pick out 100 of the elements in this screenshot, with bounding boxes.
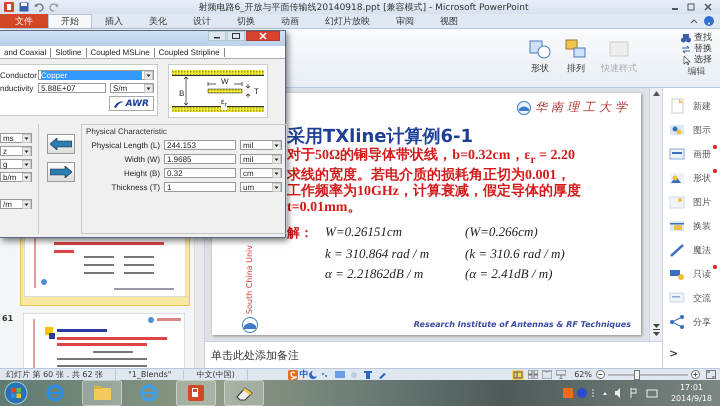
caret-icon	[22, 172, 31, 182]
maximize-icon[interactable]	[227, 31, 245, 41]
synthesize-button[interactable]	[47, 134, 75, 154]
sidebar-item[interactable]: 图片	[669, 194, 720, 210]
field-label: Thickness (T)	[110, 182, 160, 192]
formula: (W=0.266cm)	[465, 224, 539, 241]
sidebar-item[interactable]: 魔法	[669, 242, 720, 258]
analyze-button[interactable]	[47, 162, 75, 182]
dimension-label: ε$_{r}$	[221, 97, 227, 110]
dialog-tab[interactable]: Slotline	[51, 48, 86, 56]
slider-thumb[interactable]	[634, 370, 640, 380]
ime-mode[interactable]: 中	[300, 368, 309, 381]
ribbon-command[interactable]: 查找	[681, 33, 712, 44]
zoom-in-icon[interactable]	[691, 370, 700, 379]
ime-logo-icon[interactable]	[288, 370, 298, 380]
unit-dropdown[interactable]: S/m	[110, 83, 154, 93]
new-page-icon	[669, 98, 685, 114]
side-text: South China Univ	[245, 245, 254, 314]
ribbon-tab[interactable]: 设计	[180, 14, 224, 28]
ribbon-command[interactable]: 选择	[681, 55, 712, 66]
university-logo-icon	[517, 100, 531, 114]
styles-icon	[608, 39, 630, 59]
sidebar-item[interactable]: 画册	[669, 146, 720, 162]
formula: (α = 2.41dB / m)	[465, 266, 554, 282]
field-label: Physical Length (L)	[90, 140, 160, 150]
sidebar-item[interactable]: 形状	[669, 170, 720, 186]
ime-toolbar-icon[interactable]	[308, 370, 389, 379]
caret-icon	[22, 134, 31, 142]
slideshow-icon[interactable]	[556, 370, 566, 379]
theme-icon	[669, 218, 685, 234]
binoculars-icon	[681, 34, 691, 43]
ribbon-tab[interactable]: 美化	[136, 14, 180, 28]
swoosh-icon	[114, 100, 124, 108]
sidebar-item[interactable]: 只读	[669, 266, 720, 282]
value-field[interactable]: 244.153	[164, 140, 236, 150]
value-field[interactable]: 1.9685	[164, 154, 236, 164]
value-field[interactable]: 0.32	[164, 168, 236, 178]
collapse-ribbon-icon[interactable]	[690, 18, 698, 24]
unit-dropdown[interactable]: mil	[240, 154, 282, 164]
dialog-tab[interactable]: Coupled Stripline	[154, 48, 225, 56]
formula: W=0.26151cm	[325, 224, 404, 241]
ribbon-tab[interactable]: 切换	[224, 14, 268, 28]
zoom-out-icon[interactable]	[596, 370, 605, 379]
problem-text: 工作频率为10GHz，计算衰减，假定导体的厚度	[287, 184, 582, 200]
minimize-icon[interactable]	[208, 31, 226, 41]
unit-dropdown[interactable]: mil	[240, 140, 282, 150]
picture-icon	[669, 194, 685, 210]
start-button-icon[interactable]	[4, 381, 28, 405]
ribbon-tab[interactable]: 视图	[427, 14, 471, 28]
notes-field[interactable]: 单击此处添加备注	[205, 341, 662, 368]
scroll-up-icon[interactable]	[652, 91, 660, 96]
right-arrow-icon	[50, 166, 72, 178]
ribbon-command[interactable]: 替换	[681, 44, 712, 55]
unit-dropdown[interactable]: z	[0, 146, 32, 156]
unit-dropdown[interactable]: /m	[0, 199, 32, 209]
sidebar-item[interactable]: 分享	[669, 314, 720, 330]
presentation-app-icon[interactable]	[186, 383, 206, 403]
ribbon-tab[interactable]: 幻灯片放映	[312, 14, 383, 28]
ribbon-tab[interactable]: 插入	[92, 14, 136, 28]
arrange-icon	[565, 39, 587, 59]
unit-dropdown[interactable]: b/m	[0, 172, 32, 182]
help-icon[interactable]	[704, 16, 714, 26]
field-label: Height (B)	[122, 168, 160, 178]
powerpoint-icon[interactable]	[4, 2, 14, 12]
close-icon[interactable]	[246, 31, 280, 41]
sidebar-item[interactable]: 图示	[669, 122, 720, 138]
expand-button[interactable]: >	[669, 347, 720, 360]
unit-dropdown[interactable]: g	[0, 159, 32, 169]
dimension-label: T	[254, 87, 259, 96]
ribbon-button[interactable]: 形状	[529, 33, 551, 85]
undo-icon[interactable]	[34, 2, 44, 12]
slide-number: 61	[2, 313, 14, 323]
ribbon-tab[interactable]: 动画	[268, 14, 312, 28]
save-icon[interactable]	[19, 2, 29, 12]
slide-sorter-icon[interactable]	[528, 370, 538, 379]
reading-view-icon[interactable]	[542, 370, 552, 379]
caret-icon	[272, 182, 281, 192]
normal-view-icon[interactable]	[512, 370, 524, 380]
awr-logo[interactable]: AWR	[108, 96, 154, 111]
dialog-tab[interactable]: and Coaxial	[0, 48, 52, 56]
group-label: 编辑	[688, 67, 706, 78]
ribbon-tab[interactable]: 审阅	[383, 14, 427, 28]
ribbon-button[interactable]: 排列	[565, 33, 587, 85]
page-nav-icon[interactable]	[652, 322, 660, 338]
sidebar-item[interactable]: 换装	[669, 218, 720, 234]
dimension-label: W	[221, 77, 229, 86]
unit-dropdown[interactable]: um	[240, 182, 282, 192]
value-field[interactable]: 1	[164, 182, 236, 192]
unit-dropdown[interactable]: cm	[240, 168, 282, 178]
sidebar-item[interactable]: 新建	[669, 98, 720, 114]
unit-dropdown[interactable]: ms	[0, 133, 32, 143]
conductivity-field[interactable]: 5.88E+07	[38, 83, 106, 93]
left-arrow-icon	[50, 138, 72, 150]
sidebar-item[interactable]: 交流	[669, 290, 720, 306]
fit-window-icon[interactable]	[706, 370, 716, 379]
ribbon-tab[interactable]: 开始	[48, 14, 92, 28]
file-tab[interactable]: 文件	[0, 14, 48, 28]
dialog-tab[interactable]: Coupled MSLine	[86, 48, 155, 56]
problem-text: t=0.01mm。	[287, 200, 362, 216]
university-name: 华南理工大学	[535, 99, 631, 116]
